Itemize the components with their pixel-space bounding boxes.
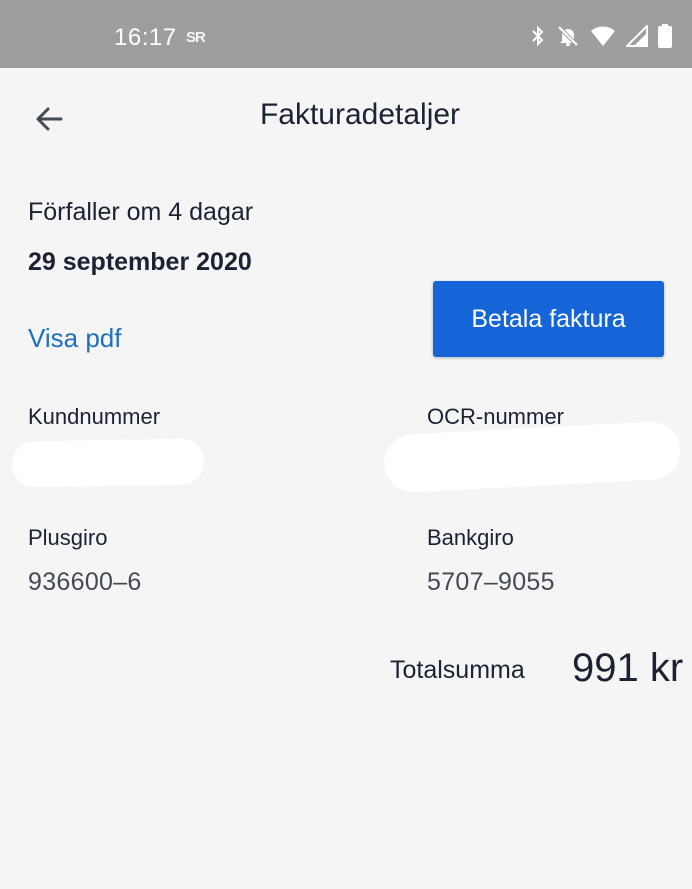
status-time: 16:17 (114, 24, 177, 51)
view-pdf-link[interactable]: Visa pdf (28, 323, 121, 354)
plusgiro-value: 936600–6 (28, 568, 142, 596)
due-text: Förfaller om 4 dagar (28, 198, 254, 226)
customer-number-label: Kundnummer (28, 404, 161, 429)
total-label: Totalsumma (390, 656, 525, 684)
page-title: Fakturadetaljer (259, 98, 461, 131)
due-date: 29 september 2020 (28, 248, 252, 276)
customer-number-redaction (11, 438, 205, 488)
status-icons (530, 24, 672, 48)
battery-icon (658, 24, 672, 48)
bankgiro-label: Bankgiro (427, 525, 514, 550)
app-bar: Fakturadetaljer (0, 68, 692, 168)
ocr-number-redaction (382, 420, 682, 494)
total-amount: 991 kr (572, 646, 684, 690)
wifi-icon (590, 25, 616, 47)
pay-invoice-button[interactable]: Betala faktura (433, 281, 664, 357)
bankgiro-value: 5707–9055 (427, 568, 555, 596)
signal-icon (626, 25, 648, 47)
mute-bell-icon (556, 24, 580, 48)
ocr-number-label: OCR-nummer (427, 404, 564, 429)
plusgiro-label: Plusgiro (28, 525, 108, 550)
notification-sr-icon: SR (186, 29, 206, 46)
bluetooth-icon (530, 24, 546, 48)
status-bar: 16:17 SR (0, 0, 692, 68)
